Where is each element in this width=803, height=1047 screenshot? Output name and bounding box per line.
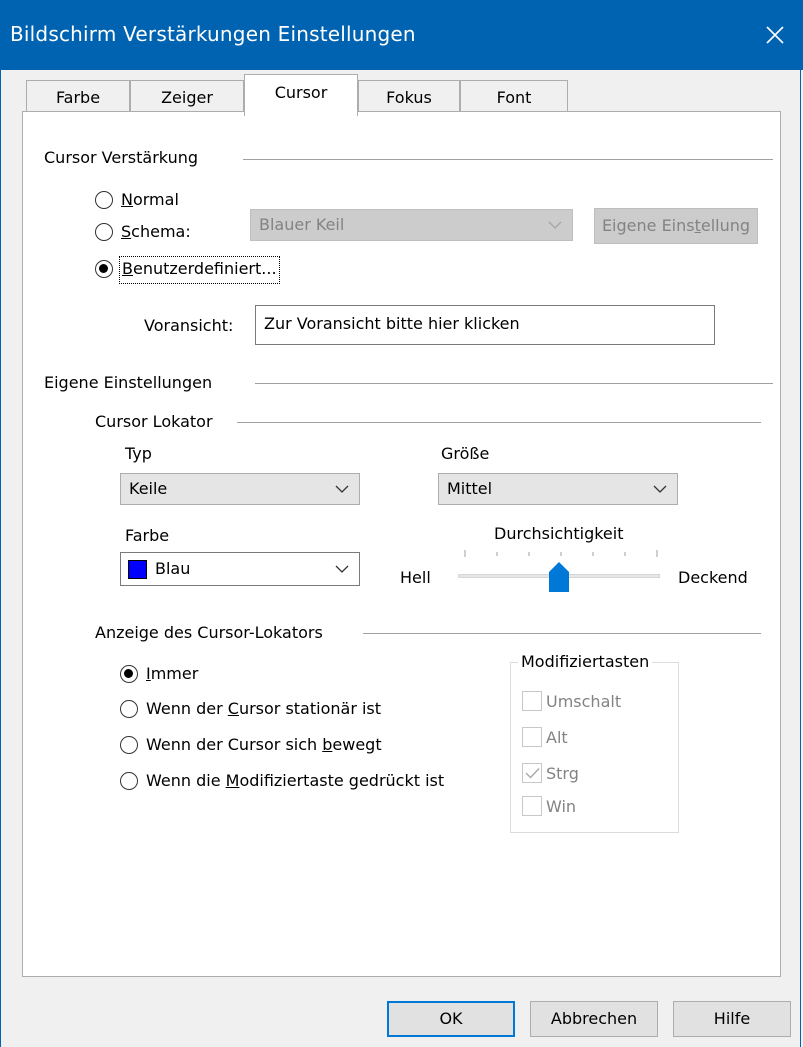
section-divider [237,422,761,423]
radio-always[interactable]: Immer [120,662,240,686]
checkbox-win[interactable]: Win [522,796,662,818]
checkbox-strg-label: Strg [546,764,579,783]
cancel-button-label: Abbrechen [550,1009,638,1028]
checkbox-umschalt-label: Umschalt [546,692,622,711]
checkbox-alt-label: Alt [546,728,568,747]
tab-fokus[interactable]: Fokus [358,80,460,112]
preview-label: Voransicht: [144,316,234,335]
radio-schema-circle [95,223,113,241]
schema-select[interactable]: Blauer Keil [250,209,573,241]
radio-normal[interactable]: Normal [95,188,215,212]
radio-stationary[interactable]: Wenn der Cursor stationär ist [120,697,420,721]
close-button[interactable] [747,0,803,70]
color-label: Farbe [125,526,170,545]
radio-always-circle [120,665,138,683]
modifier-keys-heading: Modifiziertasten [518,652,653,671]
section-divider [363,633,761,634]
radio-custom[interactable]: Benutzerdefiniert... [95,256,305,284]
checkbox-umschalt[interactable]: Umschalt [522,691,662,713]
chevron-down-icon [335,485,349,493]
cursor-enhancement-heading: Cursor Verstärkung [44,148,199,167]
chevron-down-icon [335,565,349,573]
radio-stationary-label: Wenn der Cursor stationär ist [146,699,382,718]
type-select-value: Keile [129,479,168,498]
checkbox-strg-box [522,763,542,783]
tab-zeiger[interactable]: Zeiger [130,80,244,112]
radio-always-label: Immer [146,664,199,683]
radio-normal-label: Normal [121,190,179,209]
preview-field-text: Zur Voransicht bitte hier klicken [264,314,520,333]
transparency-label: Durchsichtigkeit [494,524,624,543]
type-select[interactable]: Keile [120,473,360,505]
display-heading: Anzeige des Cursor-Lokators [95,623,323,642]
radio-stationary-circle [120,700,138,718]
cursor-locator-heading: Cursor Lokator [95,412,213,431]
radio-modifier-circle [120,772,138,790]
radio-moving-circle [120,736,138,754]
tab-cursor[interactable]: Cursor [244,74,358,116]
tab-label: Farbe [55,88,101,107]
size-label: Größe [441,444,490,463]
help-button[interactable]: Hilfe [673,1001,791,1037]
tab-panel-cursor: Cursor Verstärkung Normal Schema: Benutz… [22,111,781,977]
radio-modifier[interactable]: Wenn die Modifiziertaste gedrückt ist [120,769,480,793]
checkbox-alt[interactable]: Alt [522,727,662,749]
checkbox-umschalt-box [522,691,542,711]
tab-farbe[interactable]: Farbe [26,80,130,112]
tab-label: Cursor [274,83,328,102]
checkmark-icon [525,768,540,779]
close-icon [766,26,784,44]
chevron-down-icon [653,485,667,493]
size-select-value: Mittel [447,479,493,498]
schema-select-value: Blauer Keil [259,215,345,234]
radio-moving[interactable]: Wenn der Cursor sich bewegt [120,733,420,757]
own-setting-button-label: Eigene Einstellung [601,216,751,235]
slider-thumb[interactable] [549,562,569,592]
radio-moving-label: Wenn der Cursor sich bewegt [146,735,382,754]
preview-field[interactable]: Zur Voransicht bitte hier klicken [255,305,715,345]
own-setting-button[interactable]: Eigene Einstellung [594,208,758,244]
type-label: Typ [125,444,152,463]
cancel-button[interactable]: Abbrechen [530,1001,658,1037]
section-divider [243,159,773,160]
checkbox-strg[interactable]: Strg [522,763,662,785]
ok-button[interactable]: OK [387,1001,515,1037]
radio-schema[interactable]: Schema: [95,220,245,244]
slider-ticks [464,550,658,557]
radio-modifier-label: Wenn die Modifiziertaste gedrückt ist [146,771,445,790]
slider-min-label: Hell [400,568,431,587]
checkbox-win-label: Win [546,797,577,816]
radio-normal-circle [95,191,113,209]
chevron-down-icon [548,221,562,229]
color-swatch [128,560,147,579]
color-select[interactable]: Blau [120,552,360,586]
slider-max-label: Deckend [678,568,748,587]
own-settings-heading: Eigene Einstellungen [44,373,213,392]
color-select-value: Blau [155,559,191,578]
checkbox-win-box [522,796,542,816]
help-button-label: Hilfe [713,1009,751,1028]
tab-font[interactable]: Font [460,80,568,112]
window-title: Bildschirm Verstärkungen Einstellungen [10,22,416,46]
section-divider [255,383,773,384]
tab-label: Fokus [386,88,432,107]
transparency-slider[interactable] [458,562,660,592]
radio-custom-label: Benutzerdefiniert... [119,256,280,284]
checkbox-alt-box [522,727,542,747]
radio-custom-circle [95,260,113,278]
title-bar: Bildschirm Verstärkungen Einstellungen [0,0,803,70]
tab-label: Zeiger [161,88,213,107]
radio-schema-label: Schema: [121,222,191,241]
tab-label: Font [496,88,532,107]
ok-button-label: OK [439,1009,463,1028]
size-select[interactable]: Mittel [438,473,678,505]
